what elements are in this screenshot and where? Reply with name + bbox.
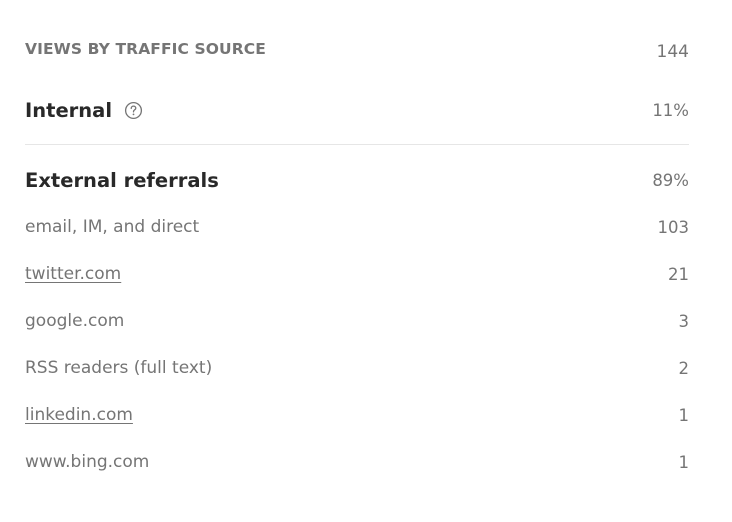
source-row-rss-readers: RSS readers (full text) 2	[25, 355, 689, 381]
total-views-count: 144	[656, 41, 689, 62]
source-row-twitter: twitter.com 21	[25, 261, 689, 287]
traffic-source-heading-row: VIEWS BY TRAFFIC SOURCE 144	[25, 36, 689, 62]
source-label: RSS readers (full text)	[25, 358, 213, 378]
external-referrals-percent: 89%	[652, 170, 689, 190]
external-referrals-label: External referrals	[25, 168, 219, 192]
source-label: email, IM, and direct	[25, 217, 200, 237]
source-row-bing: www.bing.com 1	[25, 449, 689, 475]
external-referrals-row: External referrals 89%	[25, 166, 689, 194]
internal-percent: 11%	[652, 100, 689, 120]
source-link-twitter[interactable]: twitter.com	[25, 264, 121, 284]
section-divider	[25, 144, 689, 145]
source-row-google: google.com 3	[25, 308, 689, 334]
source-count: 2	[678, 358, 690, 378]
source-row-linkedin: linkedin.com 1	[25, 402, 689, 428]
source-count: 1	[678, 405, 690, 425]
internal-label: Internal	[25, 98, 113, 122]
source-link-linkedin[interactable]: linkedin.com	[25, 405, 133, 425]
source-count: 103	[657, 217, 690, 237]
source-label: www.bing.com	[25, 452, 150, 472]
source-count: 3	[678, 311, 690, 331]
source-row-email-im-direct: email, IM, and direct 103	[25, 214, 689, 240]
help-circle-icon[interactable]	[123, 100, 143, 120]
source-label: google.com	[25, 311, 125, 331]
source-count: 1	[678, 452, 690, 472]
source-count: 21	[668, 264, 689, 284]
traffic-source-heading: VIEWS BY TRAFFIC SOURCE	[25, 40, 266, 58]
traffic-source-panel: VIEWS BY TRAFFIC SOURCE 144 Internal 11%…	[25, 0, 689, 522]
internal-row: Internal 11%	[25, 96, 689, 124]
internal-label-group: Internal	[25, 99, 143, 122]
